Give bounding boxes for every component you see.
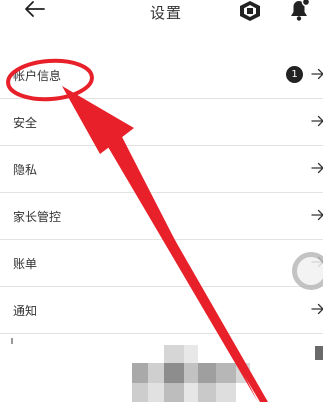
arrow-left-icon[interactable]	[24, 0, 46, 18]
menu-item-parental-controls[interactable]: 家长管控	[0, 193, 323, 240]
menu-item-label: 通知	[13, 304, 38, 318]
pixel-mosaic-redaction	[132, 345, 250, 402]
menu-item-label: 帐户信息	[13, 69, 62, 83]
menu-item-label: 家长管控	[13, 210, 62, 224]
bell-icon[interactable]	[286, 0, 312, 22]
top-bar: 设置	[0, 0, 323, 34]
menu-item-account-info[interactable]: 帐户信息 1	[0, 52, 323, 99]
arrow-right-icon	[311, 209, 323, 221]
notification-badge: 1	[286, 66, 303, 83]
page-title: 设置	[150, 4, 183, 22]
arrow-right-icon	[311, 115, 323, 127]
edge-mark	[315, 346, 323, 360]
menu-item-billing[interactable]: 账单	[0, 240, 323, 287]
arrow-right-icon	[311, 162, 323, 174]
arrow-right-icon	[311, 303, 323, 315]
menu-item-label: 安全	[13, 116, 38, 130]
edge-mark	[11, 338, 13, 344]
menu-item-privacy[interactable]: 隐私	[0, 146, 323, 193]
menu-item-notifications[interactable]: 通知	[0, 287, 323, 334]
settings-screen: 设置 帐户信息 1 安全 隐私 家长管控 账单 通知	[0, 0, 323, 402]
floating-touch-button[interactable]	[292, 252, 323, 290]
menu-item-security[interactable]: 安全	[0, 99, 323, 146]
menu-item-label: 隐私	[13, 163, 38, 177]
menu-item-label: 账单	[13, 257, 38, 271]
settings-menu: 帐户信息 1 安全 隐私 家长管控 账单 通知	[0, 52, 323, 334]
arrow-right-icon	[311, 68, 323, 80]
robux-icon[interactable]	[238, 0, 262, 22]
